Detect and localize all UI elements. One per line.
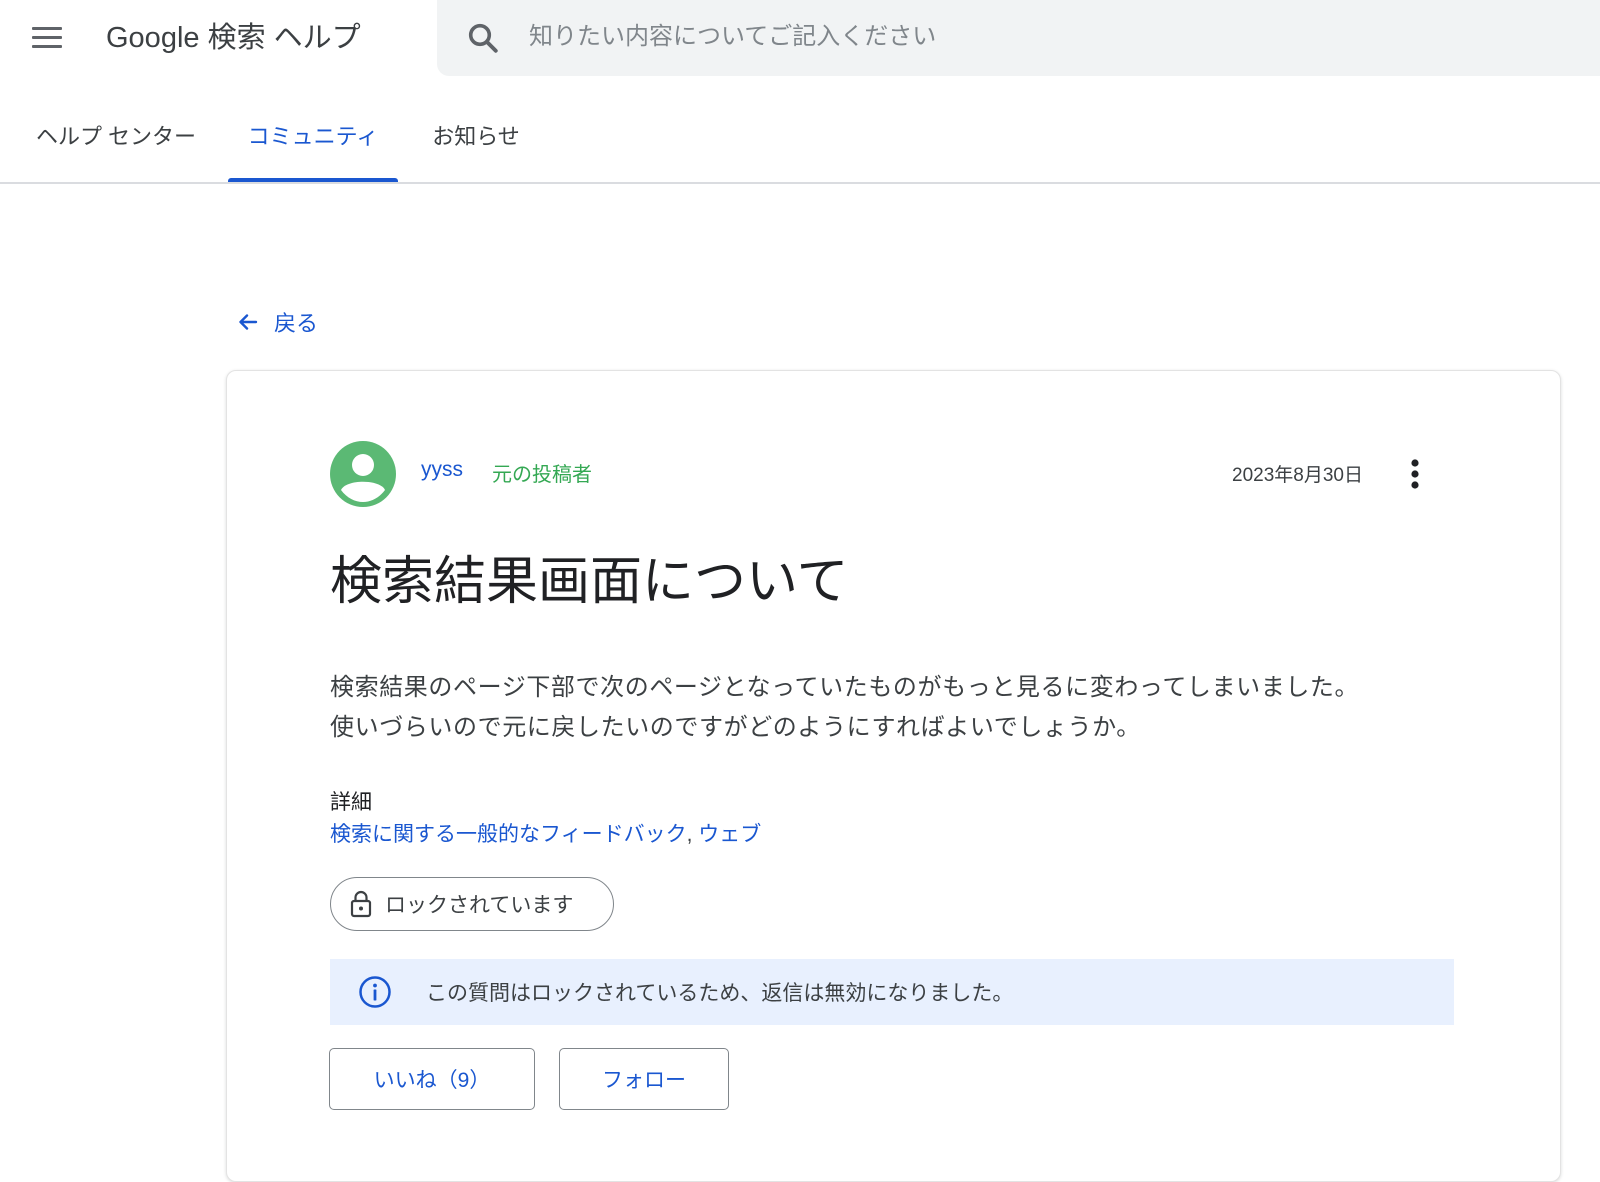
details-links: 検索に関する一般的なフィードバック, ウェブ xyxy=(330,818,761,848)
menu-icon-bar xyxy=(32,36,62,39)
arrow-back-icon xyxy=(239,314,258,330)
back-link[interactable]: 戻る xyxy=(236,304,318,340)
lock-icon xyxy=(350,890,372,918)
tab-community[interactable]: コミュニティ xyxy=(228,118,398,182)
more-options-icon[interactable] xyxy=(1405,456,1425,492)
menu-icon-bar xyxy=(32,45,62,48)
author-name[interactable]: yyss xyxy=(421,458,463,482)
tab-divider xyxy=(0,182,1600,184)
main-menu-button[interactable] xyxy=(30,24,64,52)
search-icon[interactable] xyxy=(465,20,501,56)
original-poster-badge: 元の投稿者 xyxy=(492,464,592,486)
lock-status-label: ロックされています xyxy=(385,894,574,917)
locked-status-chip: ロックされています xyxy=(330,877,614,931)
details-label: 詳細 xyxy=(330,791,372,814)
app-title[interactable]: Google 検索 ヘルプ xyxy=(106,18,361,58)
follow-button[interactable]: フォロー xyxy=(559,1048,729,1110)
locked-notice-text: この質問はロックされているため、返信は無効になりました。 xyxy=(426,982,1014,1005)
info-icon xyxy=(359,976,391,1008)
post-body-line: 使いづらいので元に戻したいのですがどのようにすればよいでしょうか。 xyxy=(330,714,1141,741)
avatar[interactable] xyxy=(330,441,396,507)
details-link-web[interactable]: ウェブ xyxy=(698,823,761,846)
like-button[interactable]: いいね（9） xyxy=(329,1048,535,1110)
post-body: 検索結果のページ下部で次のページとなっていたものがもっと見るに変わってしまいまし… xyxy=(330,668,1460,748)
back-label: 戻る xyxy=(274,311,319,336)
post-body-line: 検索結果のページ下部で次のページとなっていたものがもっと見るに変わってしまいまし… xyxy=(330,674,1360,701)
tab-help-center[interactable]: ヘルプ センター xyxy=(32,118,200,182)
menu-icon-bar xyxy=(32,27,62,30)
details-separator: , xyxy=(686,823,699,846)
post-title: 検索結果画面について xyxy=(330,553,849,611)
details-link-general-feedback[interactable]: 検索に関する一般的なフィードバック xyxy=(330,823,687,846)
search-input[interactable] xyxy=(529,18,1229,56)
post-date: 2023年8月30日 xyxy=(1232,465,1363,486)
locked-notice-banner: この質問はロックされているため、返信は無効になりました。 xyxy=(330,959,1454,1025)
search-bar[interactable] xyxy=(437,0,1600,76)
tab-announcements[interactable]: お知らせ xyxy=(428,118,524,182)
